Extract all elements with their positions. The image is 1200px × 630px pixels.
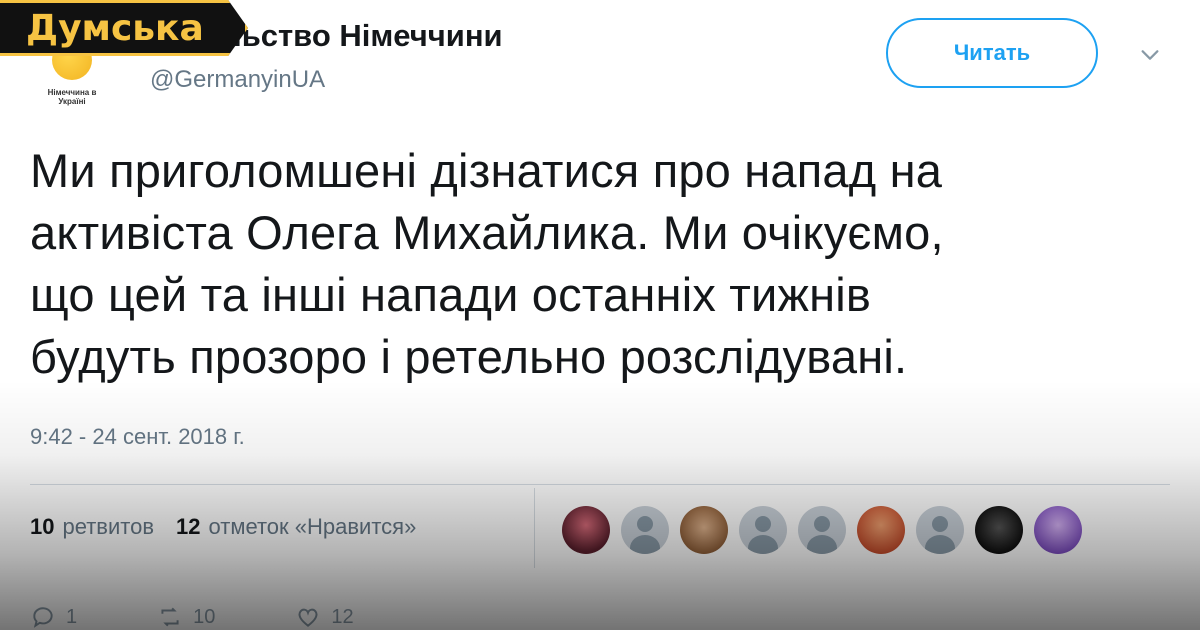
retweet-action[interactable]: 10: [157, 604, 215, 630]
tweet-line: Ми приголомшені дізнатися про напад на: [30, 144, 943, 197]
reply-icon: [33, 607, 53, 628]
tweet-text: Ми приголомшені дізнатися про напад на а…: [30, 140, 1170, 388]
liker-avatar[interactable]: [857, 506, 905, 554]
tweet-timestamp[interactable]: 9:42 - 24 сент. 2018 г.: [30, 424, 245, 450]
like-count-number: 12: [176, 514, 201, 539]
liker-avatar[interactable]: [680, 506, 728, 554]
liker-avatar[interactable]: [739, 506, 787, 554]
account-name[interactable]: льство Німеччини: [222, 18, 503, 54]
heart-icon: [298, 608, 318, 627]
retweet-icon: [161, 607, 179, 627]
tweet-stats: 10 ретвитов 12 отметок «Нравится»: [30, 514, 416, 540]
liker-avatar[interactable]: [1034, 506, 1082, 554]
bottom-fade-overlay: [0, 380, 1200, 630]
divider: [30, 484, 1170, 485]
brand-logo-text: Думська: [26, 7, 204, 49]
account-handle[interactable]: @GermanyinUA: [150, 66, 325, 94]
like-action-count: 12: [331, 605, 354, 628]
tweet-line: активіста Олега Михайлика. Ми очікуємо,: [30, 206, 944, 259]
tweet-actions: 1 10 12: [30, 604, 354, 630]
like-count[interactable]: 12 отметок «Нравится»: [176, 514, 416, 540]
like-action[interactable]: 12: [295, 604, 354, 630]
reply-action[interactable]: 1: [30, 604, 77, 630]
retweet-count[interactable]: 10 ретвитов: [30, 514, 154, 540]
liker-avatar[interactable]: [916, 506, 964, 554]
tweet-line: що цей та інші напади останніх тижнів: [30, 268, 872, 321]
brand-logo: Думська: [0, 0, 248, 56]
liker-avatar[interactable]: [621, 506, 669, 554]
reply-count: 1: [66, 605, 78, 628]
liker-avatars: [562, 506, 1082, 554]
stats-separator: [534, 488, 535, 568]
follow-button[interactable]: Читать: [886, 18, 1098, 88]
retweet-count-number: 10: [30, 514, 55, 539]
avatar-caption: Німеччина в Україні: [47, 88, 97, 106]
tweet-screenshot: Думська Німеччина в Україні льство Німеч…: [0, 0, 1200, 630]
liker-avatar[interactable]: [975, 506, 1023, 554]
liker-avatar[interactable]: [798, 506, 846, 554]
retweet-action-count: 10: [193, 605, 216, 628]
chevron-down-icon[interactable]: [1139, 44, 1161, 66]
like-count-label: отметок «Нравится»: [208, 514, 417, 539]
tweet-line: будуть прозоро і ретельно розслідувані.: [30, 330, 908, 383]
liker-avatar[interactable]: [562, 506, 610, 554]
retweet-count-label: ретвитов: [62, 514, 155, 539]
